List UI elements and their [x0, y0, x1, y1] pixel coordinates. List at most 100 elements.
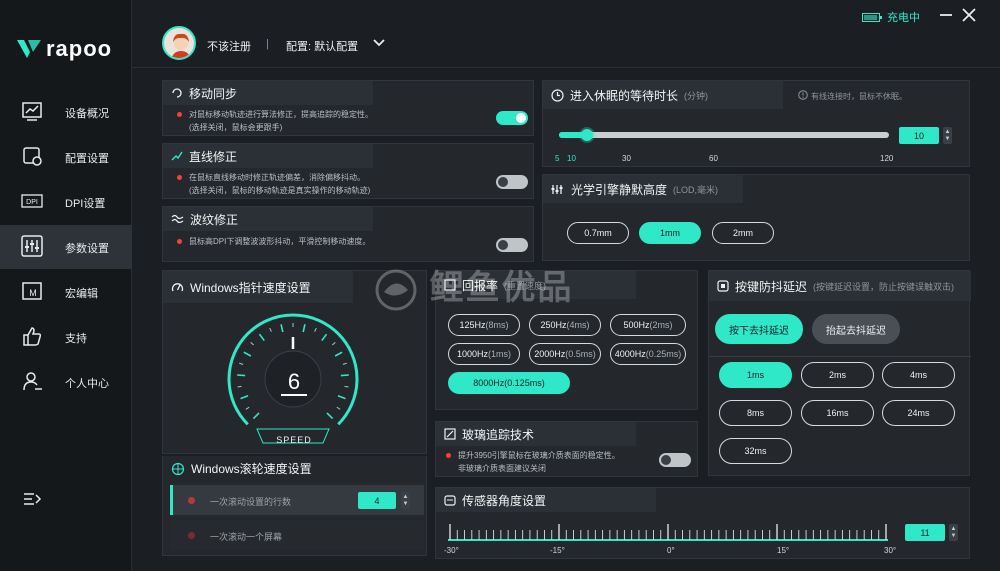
panel-header: 移动同步 [163, 81, 373, 105]
angle-value-input[interactable]: 11 [905, 524, 945, 541]
speed-label: SPEED [276, 435, 312, 445]
polling-option-8000hz[interactable]: 8000Hz (0.125ms) [448, 372, 570, 394]
sidebar-item-profile[interactable]: 个人中心 [0, 360, 132, 404]
charging-status: 充电中 [862, 9, 920, 25]
sidebar-item-support[interactable]: 支持 [0, 315, 132, 359]
polling-option-500hz[interactable]: 500Hz (2ms) [610, 314, 686, 336]
user-icon [23, 372, 42, 391]
sleep-slider-handle[interactable] [581, 129, 593, 141]
polling-option-2000hz[interactable]: 2000Hz (0.5ms) [529, 343, 601, 365]
line-icon [171, 151, 183, 161]
scroll-row-screen[interactable]: 一次滚动一个屏幕 [170, 520, 424, 550]
wave-icon [171, 214, 184, 224]
debounce-option-24ms[interactable]: 24ms [882, 400, 955, 426]
minimize-icon[interactable] [937, 6, 955, 24]
gauge-tick [237, 385, 242, 388]
panel-header: 玻璃追踪技术 [436, 422, 636, 446]
sidebar-item-config[interactable]: 配置设置 [0, 135, 132, 179]
lift-icon [551, 184, 563, 194]
sliders-icon [21, 235, 43, 257]
sleep-value-input[interactable]: 10 [899, 127, 939, 144]
sidebar-item-dpi[interactable]: DPI DPI设置 [0, 180, 132, 224]
polling-option-125hz[interactable]: 125Hz (8ms) [448, 314, 520, 336]
watermark: 鲤鱼优品 [374, 260, 573, 312]
header-separator: | [266, 38, 269, 50]
lod-option-1mm[interactable]: 1mm [639, 222, 701, 244]
panel-description: 提升3950引擎鼠标在玻璃介质表面的稳定性。 非玻璃介质表面建议关闭 [446, 449, 620, 475]
sidebar-item-macro[interactable]: M 宏编辑 [0, 270, 132, 314]
gauge-tick [237, 374, 246, 377]
sidebar-item-device-overview[interactable]: 设备概况 [0, 90, 132, 134]
press-debounce-tab[interactable]: 按下去抖延迟 [715, 314, 803, 344]
angle-stepper[interactable]: ▲ ▼ [949, 524, 958, 541]
panel-description: 鼠标高DPI下调整波波形抖动，平滑控制移动速度。 [177, 235, 370, 248]
debounce-option-16ms[interactable]: 16ms [801, 400, 874, 426]
scroll-icon [171, 462, 185, 475]
panel-unit: (按键延迟设置，防止按键误触双击) [813, 281, 955, 292]
sync-icon [172, 88, 182, 98]
thumbs-up-icon [23, 327, 42, 346]
angle-snap-toggle[interactable] [496, 175, 528, 189]
panel-header: 进入休眠的等待时长 (分钟) [543, 81, 783, 109]
panel-header: 波纹修正 [163, 207, 373, 231]
panel-header: Windows滚轮速度设置 [171, 460, 312, 477]
chevron-down-icon[interactable] [373, 38, 385, 48]
motion-sync-panel: 移动同步 对鼠标移动轨迹进行算法修正，提高追踪的稳定性。 (选择关闭，鼠标会更跟手… [162, 80, 534, 136]
scroll-row-lines[interactable]: 一次滚动设置的行数 4 ▲ ▼ [170, 485, 424, 515]
sensor-angle-panel: 传感器角度设置 -30° -15° 0° 15° 30° 11 ▲ ▼ [435, 487, 970, 559]
close-icon[interactable] [960, 6, 978, 24]
menu-collapse-icon[interactable] [22, 490, 42, 510]
scroll-lines-input[interactable]: 4 [358, 492, 396, 509]
angle-tick: 0° [667, 546, 675, 555]
login-status[interactable]: 不该注册 [207, 38, 251, 54]
sleep-stepper[interactable]: ▲ ▼ [943, 127, 952, 144]
avatar[interactable] [162, 26, 196, 60]
panel-title: 波纹修正 [190, 212, 239, 227]
angle-tick: 30° [884, 546, 897, 555]
release-debounce-tab[interactable]: 抬起去抖延迟 [812, 314, 900, 344]
gauge-tick [243, 351, 252, 357]
panel-header: 传感器角度设置 [436, 488, 656, 512]
polling-option-4000hz[interactable]: 4000Hz (0.25ms) [610, 343, 686, 365]
speed-underline [281, 394, 307, 396]
ripple-toggle[interactable] [496, 238, 528, 252]
glass-icon [444, 428, 456, 440]
debounce-option-1ms[interactable]: 1ms [719, 362, 792, 388]
rapoo-logo: rapoo [16, 36, 112, 62]
gauge-tick [280, 324, 284, 333]
debounce-option-32ms[interactable]: 32ms [719, 438, 792, 464]
dpi-icon: DPI [21, 194, 43, 208]
sleep-tick: 10 [567, 154, 576, 163]
sleep-tick: 5 [555, 154, 560, 163]
lod-option-2mm[interactable]: 2mm [712, 222, 774, 244]
gauge-tick [240, 395, 249, 400]
panel-description: 对鼠标移动轨迹进行算法修正，提高追踪的稳定性。 (选择关闭，鼠标会更跟手) [177, 108, 373, 134]
gauge-tick [250, 341, 255, 346]
debounce-option-2ms[interactable]: 2ms [801, 362, 874, 388]
panel-header: 直线修正 [163, 144, 373, 168]
gauge-tick [340, 374, 349, 377]
debounce-option-8ms[interactable]: 8ms [719, 400, 792, 426]
sleep-time-panel: 进入休眠的等待时长 (分钟) 有线连接时，鼠标不休眠。 5 10 30 60 1… [542, 80, 970, 167]
motion-sync-toggle[interactable] [496, 111, 528, 125]
sidebar-item-parameters[interactable]: 参数设置 [0, 225, 132, 269]
panel-title: 移动同步 [189, 86, 238, 101]
speed-value: 6 [287, 369, 301, 394]
sidebar-item-label: 宏编辑 [65, 288, 98, 300]
polling-option-250hz[interactable]: 250Hz (4ms) [529, 314, 601, 336]
lod-option-0-7mm[interactable]: 0.7mm [567, 222, 629, 244]
panel-title: 进入休眠的等待时长 [570, 88, 679, 103]
panel-description: 在鼠标直线移动时修正轨迹偏差，消除偏移抖动。 (选择关闭，鼠标的移动轨迹是真实操作… [177, 171, 370, 197]
angle-ruler[interactable] [448, 520, 894, 546]
angle-tick: 15° [777, 546, 790, 555]
sleep-tick: 60 [709, 154, 718, 163]
debounce-option-4ms[interactable]: 4ms [882, 362, 955, 388]
scroll-lines-stepper[interactable]: ▲ ▼ [401, 492, 410, 509]
speed-icon [171, 282, 184, 291]
gauge-tick [321, 333, 328, 342]
profile-select[interactable]: 配置: 默认配置 [286, 38, 358, 54]
glass-tracking-toggle[interactable] [659, 453, 691, 467]
sleep-slider-track[interactable] [559, 129, 889, 141]
polling-option-1000hz[interactable]: 1000Hz (1ms) [448, 343, 520, 365]
panel-title: 传感器角度设置 [462, 493, 547, 508]
